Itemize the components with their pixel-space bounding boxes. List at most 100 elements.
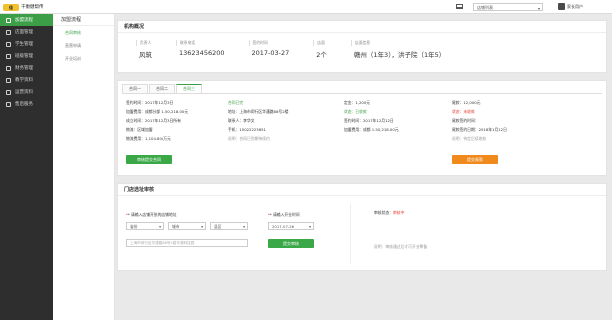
subnav-title: 加盟流程 [53,14,114,26]
student-icon [6,41,11,47]
contract-panel: 合同一 合同二 合同三 签约时间：2017年12月3日 加盟费用：成都分部 1.… [117,80,607,176]
contract-col3-line: 状态：已收款 [344,109,367,114]
org-field-value: 2017-03-27 [251,49,290,57]
subnav-item-training[interactable]: 开业培训 [53,52,114,65]
ops-icon [6,89,11,95]
org-field-label: 联系电话 [176,40,225,46]
org-field: 店面信息赣州（1年3），洪子院（1年5） [350,40,446,59]
district-select[interactable]: 县区 ▾ [210,222,248,230]
avatar [558,3,565,10]
contract-col2-note: 说明：合同已到期待续约 [228,136,270,141]
contract-col4-line: 尾款：12,000元 [452,100,481,105]
approval-panel: 门店选址审核 ** 请输入店铺开张的店铺地址 省份 ▾ 城市 ▾ 县区 ▾ 上海市闵行… [117,183,607,271]
contract-col3-line: 签约时间：2017年12月12日 [344,118,394,123]
sidebar-item-label: 店面管理 [15,30,33,35]
sidebar-item-label: 财务管理 [15,66,33,71]
approval-status: 审核状态：审核中 [374,210,405,215]
sidebar-item-label: 加盟流程 [15,18,33,23]
sidebar-item-flow[interactable]: 加盟流程 [0,14,53,26]
store-select[interactable]: 店铺列表 ▾ [473,3,543,11]
org-field-label: 负责人 [136,40,152,46]
contract-col1-line: 物流费用：1,104.80/万元 [126,136,171,141]
book-icon [6,77,11,83]
class-icon [6,53,11,59]
user-menu[interactable]: 家长用户 [558,3,583,10]
contract-tabs: 合同一 合同二 合同三 [122,84,203,93]
org-field: 联系电话 13623456200 [176,40,225,59]
org-info-row: 负责人风筑 联系电话 13623456200 签约时间 2017-03-27 店面 2… [118,33,606,59]
contract-col3-line: 加盟费用：成都 1.50,218.00元 [344,127,399,132]
top-bar: 佳 干衡健帮传 店铺列表 ▾ 家长用户 [0,0,612,14]
logo-badge: 佳 [3,3,19,11]
contract-col1-line: 物流：区域加盟 [126,127,153,132]
contract-col1-line: 加盟费用：成都分部 1.50,218.00元 [126,109,189,114]
org-field-value: 13623456200 [179,49,225,57]
contract-col1-line: 签约时间：2017年12月3日 [126,100,174,105]
address-input[interactable]: 上海市闵行区华漕路88号2楼华漕科技园 [126,239,248,247]
contract-col4-line: 尾款签约日期：2018年1月12日 [452,127,507,132]
sidebar-item-student[interactable]: 学生管理 [0,38,53,50]
chevron-down-icon: ▾ [201,224,203,229]
org-field: 店面 2个 [313,40,327,59]
contract-col4-note: 说明：待定后续收款 [452,136,487,141]
opening-date-input[interactable]: 2017-07-26 ▾ [268,222,314,230]
flow-icon [6,17,11,23]
subnav-item-apply[interactable]: 直营申请 [53,39,114,52]
contract-status: 合同已完 [228,100,244,105]
user-name: 家长用户 [567,3,583,9]
submit-approval-button[interactable]: 提交审核 [268,239,314,248]
tab-contract-3[interactable]: 合同三 [176,84,202,93]
contract-col2-line: 手机：15022223651 [228,127,266,132]
date-label: ** 请输入开业时间 [268,212,300,217]
sidebar-item-store[interactable]: 店面管理 [0,26,53,38]
sidebar-item-class[interactable]: 班级管理 [0,50,53,62]
sidebar: 加盟流程 店面管理 学生管理 班级管理 财务管理 教学资料 运营资料 售后服务 [0,14,53,320]
org-field-label: 店面 [313,40,327,46]
store-select-value: 店铺列表 [477,5,493,10]
subnav: 加盟流程 合同审核 直营申请 开业培训 [53,14,115,320]
sidebar-item-ops[interactable]: 运营资料 [0,86,53,98]
logo-text: 干衡健帮传 [21,5,44,10]
sidebar-item-finance[interactable]: 财务管理 [0,62,53,74]
submit-final-payment-button[interactable]: 提交尾款 [452,155,498,164]
sidebar-item-label: 运营资料 [15,90,33,95]
divider [350,204,351,264]
service-icon [6,101,11,107]
contract-col4-line: 状态：未收款 [452,109,475,114]
contract-col4-line: 尾款签约时间： [452,118,479,123]
org-field-label: 签约时间 [248,40,290,46]
sidebar-item-label: 班级管理 [15,54,33,59]
tab-contract-1[interactable]: 合同一 [122,84,148,93]
tab-contract-2[interactable]: 合同二 [149,84,175,93]
province-select[interactable]: 省份 ▾ [126,222,164,230]
finance-icon [6,65,11,71]
sidebar-item-label: 售后服务 [15,102,33,107]
contract-col1-line: 成立时间：2017年12月3日所有 [126,118,181,123]
subnav-item-contract[interactable]: 合同审核 [53,26,114,39]
logo[interactable]: 佳 干衡健帮传 [3,3,44,11]
org-field-value: 2个 [316,51,327,59]
sidebar-item-label: 学生管理 [15,42,33,47]
org-field-value: 风筑 [139,51,152,59]
submit-contract-button[interactable]: 审核提交合同 [126,155,172,164]
org-field-label: 店面信息 [350,40,445,46]
contract-col3-line: 定金：1,200元 [344,100,371,105]
chevron-down-icon: ▾ [243,224,245,229]
sidebar-item-teaching[interactable]: 教学资料 [0,74,53,86]
chevron-down-icon: ▾ [309,224,311,229]
sidebar-item-label: 教学资料 [15,78,33,83]
org-field: 负责人 风筑 [136,40,152,59]
tab-divider [122,93,602,94]
approval-title: 门店选址审核 [118,184,606,196]
org-title: 机构概况 [118,21,606,33]
sidebar-item-service[interactable]: 售后服务 [0,98,53,110]
mail-icon[interactable] [456,4,463,9]
contract-col2-line: 地址：上海市闵行区华漕路88号2楼 [228,109,289,114]
store-icon [6,29,11,35]
org-field: 签约时间 2017-03-27 [248,40,290,59]
org-field-value: 赣州（1年3），洪子院（1年5） [353,51,446,59]
chevron-down-icon: ▾ [537,6,540,11]
city-select[interactable]: 城市 ▾ [168,222,206,230]
org-panel: 机构概况 负责人风筑 联系电话 13623456200 签约时间 2017-03-2… [117,20,607,73]
address-label: ** 请输入店铺开张的店铺地址 [126,212,177,217]
